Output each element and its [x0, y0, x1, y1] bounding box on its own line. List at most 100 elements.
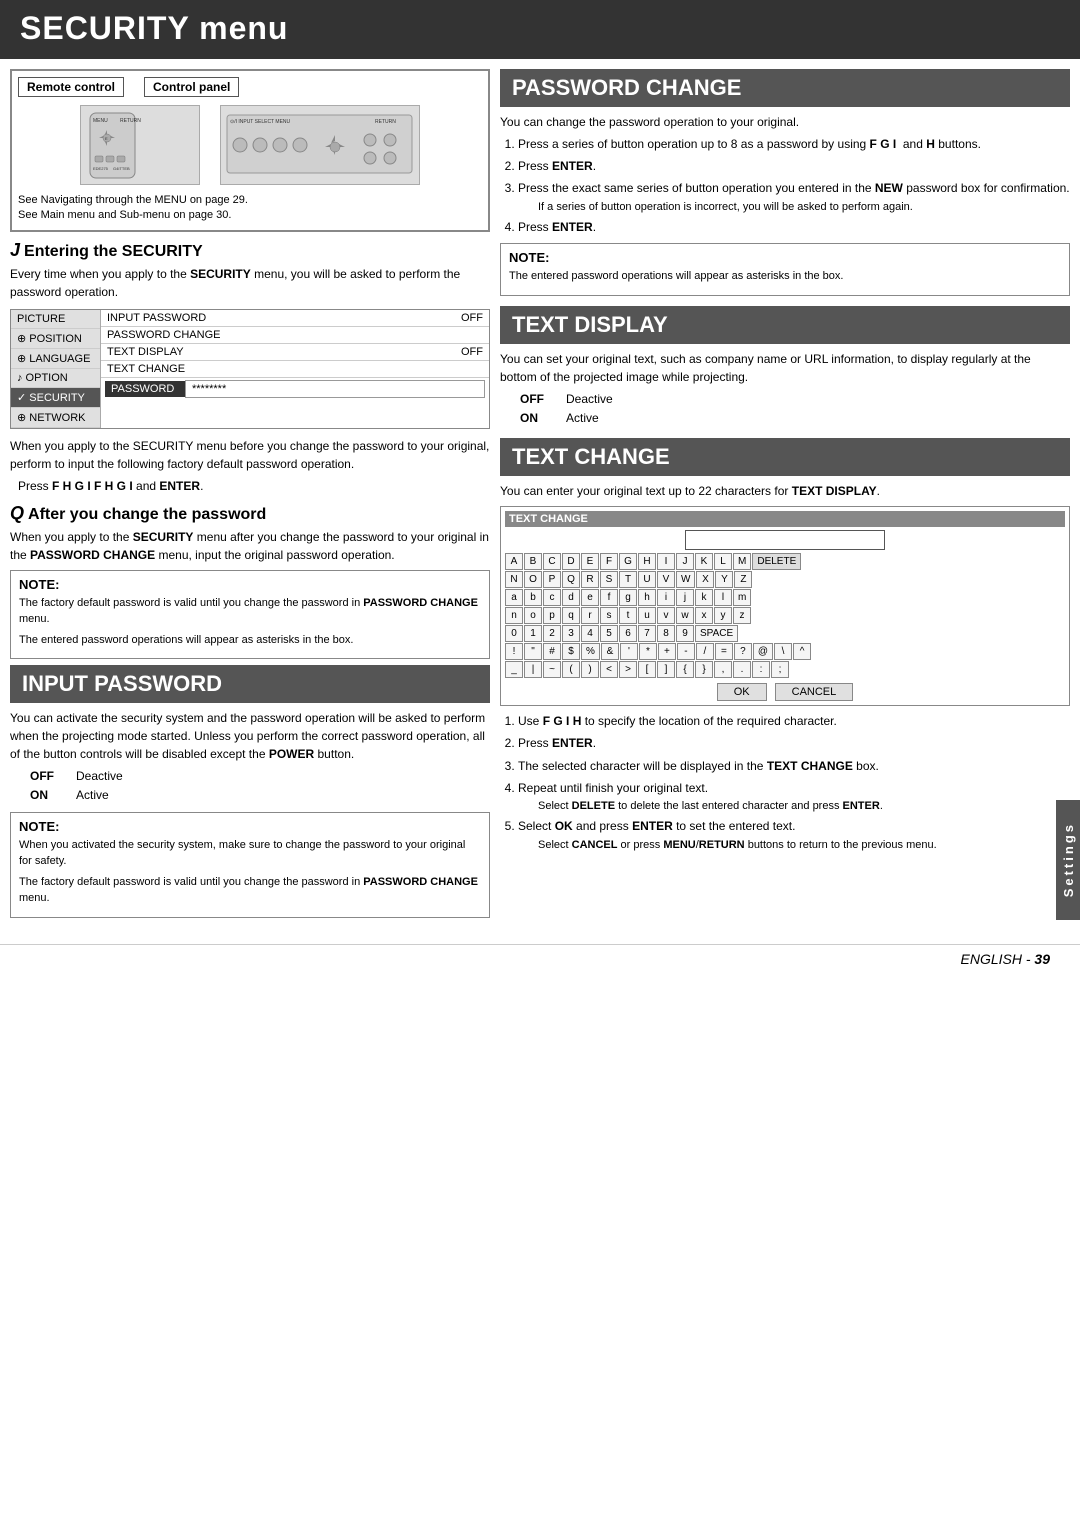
tc-text-input[interactable] — [685, 530, 885, 550]
key-H[interactable]: H — [638, 553, 656, 570]
key-U[interactable]: U — [638, 571, 656, 588]
key-dollar[interactable]: $ — [562, 643, 580, 660]
key-semicolon[interactable]: ; — [771, 661, 789, 678]
key-rbracket[interactable]: ] — [657, 661, 675, 678]
tc-ok-button[interactable]: OK — [717, 683, 767, 701]
key-G[interactable]: G — [619, 553, 637, 570]
key-i[interactable]: i — [657, 589, 675, 606]
key-e[interactable]: e — [581, 589, 599, 606]
key-q[interactable]: q — [562, 607, 580, 624]
key-X[interactable]: X — [696, 571, 714, 588]
key-lbrace[interactable]: { — [676, 661, 694, 678]
key-7[interactable]: 7 — [638, 625, 656, 642]
key-caret[interactable]: ^ — [793, 643, 811, 660]
key-comma[interactable]: , — [714, 661, 732, 678]
key-B[interactable]: B — [524, 553, 542, 570]
key-D[interactable]: D — [562, 553, 580, 570]
key-J[interactable]: J — [676, 553, 694, 570]
key-Q[interactable]: Q — [562, 571, 580, 588]
key-O[interactable]: O — [524, 571, 542, 588]
key-N[interactable]: N — [505, 571, 523, 588]
key-z[interactable]: z — [733, 607, 751, 624]
key-c[interactable]: c — [543, 589, 561, 606]
key-f[interactable]: f — [600, 589, 618, 606]
key-K[interactable]: K — [695, 553, 713, 570]
key-x[interactable]: x — [695, 607, 713, 624]
key-a[interactable]: a — [505, 589, 523, 606]
key-pipe[interactable]: | — [524, 661, 542, 678]
key-period[interactable]: . — [733, 661, 751, 678]
key-C[interactable]: C — [543, 553, 561, 570]
key-p[interactable]: p — [543, 607, 561, 624]
key-r[interactable]: r — [581, 607, 599, 624]
key-I[interactable]: I — [657, 553, 675, 570]
key-o[interactable]: o — [524, 607, 542, 624]
key-lbracket[interactable]: [ — [638, 661, 656, 678]
key-5[interactable]: 5 — [600, 625, 618, 642]
key-lt[interactable]: < — [600, 661, 618, 678]
key-9[interactable]: 9 — [676, 625, 694, 642]
key-P[interactable]: P — [543, 571, 561, 588]
key-6[interactable]: 6 — [619, 625, 637, 642]
key-k[interactable]: k — [695, 589, 713, 606]
key-w[interactable]: w — [676, 607, 694, 624]
tc-row-5: 0 1 2 3 4 5 6 7 8 9 SPACE — [505, 625, 1065, 642]
key-lparen[interactable]: ( — [562, 661, 580, 678]
key-h[interactable]: h — [638, 589, 656, 606]
key-Y[interactable]: Y — [715, 571, 733, 588]
key-rbrace[interactable]: } — [695, 661, 713, 678]
key-t[interactable]: t — [619, 607, 637, 624]
key-A[interactable]: A — [505, 553, 523, 570]
key-delete[interactable]: DELETE — [752, 553, 801, 570]
key-minus[interactable]: - — [677, 643, 695, 660]
key-slash[interactable]: / — [696, 643, 714, 660]
key-at[interactable]: @ — [753, 643, 773, 660]
key-n[interactable]: n — [505, 607, 523, 624]
tc-cancel-button[interactable]: CANCEL — [775, 683, 854, 701]
key-underscore[interactable]: _ — [505, 661, 523, 678]
key-d[interactable]: d — [562, 589, 580, 606]
key-percent[interactable]: % — [581, 643, 600, 660]
key-y[interactable]: y — [714, 607, 732, 624]
key-0[interactable]: 0 — [505, 625, 523, 642]
key-S[interactable]: S — [600, 571, 618, 588]
key-1[interactable]: 1 — [524, 625, 542, 642]
key-amp[interactable]: & — [601, 643, 619, 660]
key-rparen[interactable]: ) — [581, 661, 599, 678]
key-V[interactable]: V — [657, 571, 675, 588]
key-b[interactable]: b — [524, 589, 542, 606]
key-T[interactable]: T — [619, 571, 637, 588]
key-E[interactable]: E — [581, 553, 599, 570]
tc-input-area — [505, 530, 1065, 550]
key-tilde[interactable]: ~ — [543, 661, 561, 678]
key-apos[interactable]: ' — [620, 643, 638, 660]
key-j[interactable]: j — [676, 589, 694, 606]
key-v[interactable]: v — [657, 607, 675, 624]
key-s[interactable]: s — [600, 607, 618, 624]
key-W[interactable]: W — [676, 571, 695, 588]
key-m[interactable]: m — [733, 589, 751, 606]
key-u[interactable]: u — [638, 607, 656, 624]
key-l[interactable]: l — [714, 589, 732, 606]
key-Z[interactable]: Z — [734, 571, 752, 588]
key-gt[interactable]: > — [619, 661, 637, 678]
key-bslash[interactable]: \ — [774, 643, 792, 660]
key-8[interactable]: 8 — [657, 625, 675, 642]
key-g[interactable]: g — [619, 589, 637, 606]
key-L[interactable]: L — [714, 553, 732, 570]
key-excl[interactable]: ! — [505, 643, 523, 660]
key-eq[interactable]: = — [715, 643, 733, 660]
key-quot[interactable]: " — [524, 643, 542, 660]
key-3[interactable]: 3 — [562, 625, 580, 642]
key-star[interactable]: * — [639, 643, 657, 660]
key-2[interactable]: 2 — [543, 625, 561, 642]
key-R[interactable]: R — [581, 571, 599, 588]
key-4[interactable]: 4 — [581, 625, 599, 642]
key-space[interactable]: SPACE — [695, 625, 738, 642]
key-F[interactable]: F — [600, 553, 618, 570]
key-qmark[interactable]: ? — [734, 643, 752, 660]
key-plus[interactable]: + — [658, 643, 676, 660]
key-hash[interactable]: # — [543, 643, 561, 660]
key-M[interactable]: M — [733, 553, 751, 570]
key-colon[interactable]: : — [752, 661, 770, 678]
